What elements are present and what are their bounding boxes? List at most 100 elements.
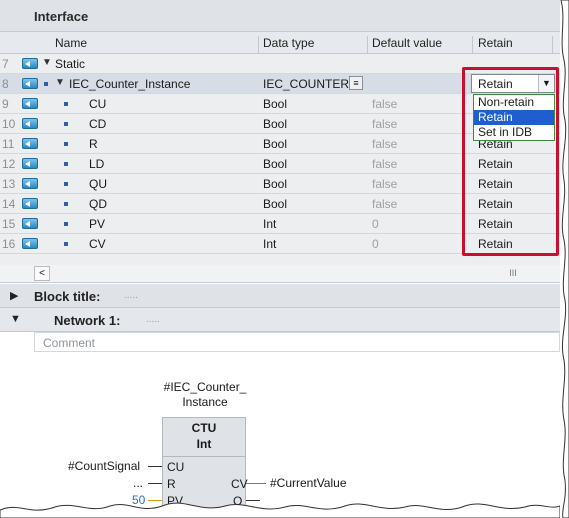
expand-triangle-icon[interactable]: ▼ <box>55 77 65 88</box>
row-name: Static <box>55 57 86 71</box>
variable-icon <box>22 138 38 149</box>
row-default-value: false <box>372 117 398 131</box>
member-dot-icon <box>44 82 48 86</box>
row-name: R <box>89 137 98 151</box>
variable-icon <box>22 118 38 129</box>
retain-option-set-in-idb[interactable]: Set in IDB <box>474 125 554 140</box>
variable-icon <box>22 238 38 249</box>
retain-dropdown-list: Non-retain Retain Set in IDB <box>473 94 555 141</box>
row-data-type: Bool <box>263 137 288 151</box>
row-number: 9 <box>2 97 9 111</box>
row-number: 10 <box>2 117 16 131</box>
instance-name-line2: Instance <box>182 395 228 409</box>
row-data-type: Bool <box>263 157 288 171</box>
static-variable-icon <box>22 78 38 89</box>
variable-icon <box>22 218 38 229</box>
cv-wire <box>246 483 266 484</box>
member-dot-icon <box>64 162 68 166</box>
network-title-placeholder[interactable]: ..... <box>146 314 160 325</box>
row-default-value: 0 <box>372 217 379 231</box>
cv-output[interactable]: #CurrentValue <box>270 476 347 490</box>
variable-icon <box>22 158 38 169</box>
row-number: 15 <box>2 217 16 231</box>
cu-wire <box>148 466 162 467</box>
column-name[interactable]: Name <box>55 36 87 50</box>
member-dot-icon <box>64 142 68 146</box>
row-data-type: Int <box>263 217 277 231</box>
network-comment-field[interactable]: Comment <box>34 332 560 352</box>
pin-cv: CV <box>231 477 248 491</box>
instance-name-line1: #IEC_Counter_ <box>163 380 247 394</box>
row-number: 16 <box>2 237 16 251</box>
row-name: LD <box>89 157 105 171</box>
member-dot-icon <box>64 222 68 226</box>
row-name: CU <box>89 97 107 111</box>
column-retain[interactable]: Retain <box>478 36 513 50</box>
interface-column-header: Name Data type Default value Retain <box>0 32 560 58</box>
cu-signal[interactable]: #CountSignal <box>68 459 140 473</box>
row-number: 12 <box>2 157 16 171</box>
row-name: IEC_Counter_Instance <box>69 77 191 91</box>
block-title-section[interactable]: ▶ Block title: ..... <box>0 284 560 308</box>
row-number: 7 <box>2 57 9 71</box>
retain-option-retain[interactable]: Retain <box>474 110 554 125</box>
member-dot-icon <box>64 122 68 126</box>
member-dot-icon <box>64 182 68 186</box>
column-data-type[interactable]: Data type <box>263 36 314 50</box>
scroll-left-button[interactable]: < <box>34 266 50 281</box>
interface-header[interactable]: Interface <box>0 0 560 32</box>
row-default-value: false <box>372 97 398 111</box>
row-number: 13 <box>2 177 16 191</box>
block-divider <box>163 456 245 457</box>
row-data-type: Bool <box>263 177 288 191</box>
variable-icon <box>22 198 38 209</box>
pin-cu: CU <box>167 460 185 474</box>
row-number: 14 <box>2 197 16 211</box>
row-name: QD <box>89 197 107 211</box>
row-data-type: Bool <box>263 197 288 211</box>
r-signal[interactable]: ... <box>133 476 143 490</box>
row-default-value: false <box>372 197 398 211</box>
column-default-value[interactable]: Default value <box>372 36 442 50</box>
collapse-arrow-icon[interactable]: ▼ <box>10 313 21 325</box>
row-name: QU <box>89 177 107 191</box>
interface-title: Interface <box>34 9 89 24</box>
horizontal-scrollbar[interactable]: < III <box>0 265 560 283</box>
member-dot-icon <box>64 242 68 246</box>
row-name: PV <box>89 217 106 231</box>
member-dot-icon <box>64 202 68 206</box>
instance-name[interactable]: #IEC_Counter_ Instance <box>160 380 250 410</box>
variable-icon <box>22 178 38 189</box>
pin-r: R <box>167 477 176 491</box>
row-data-type: IEC_COUNTER <box>263 77 350 91</box>
type-browse-icon[interactable]: ≡ <box>349 76 363 90</box>
row-data-type: Bool <box>263 117 288 131</box>
retain-option-non-retain[interactable]: Non-retain <box>474 95 554 110</box>
member-dot-icon <box>64 102 68 106</box>
static-section-icon <box>22 58 38 69</box>
row-default-value: false <box>372 177 398 191</box>
collapse-triangle-icon[interactable]: ▼ <box>42 57 52 68</box>
row-default-value: false <box>372 157 398 171</box>
block-title-label: Block title: <box>34 289 101 304</box>
row-name: CV <box>89 237 106 251</box>
expand-arrow-icon[interactable]: ▶ <box>10 289 18 302</box>
r-wire <box>148 483 162 484</box>
torn-edge-decoration <box>0 502 560 518</box>
row-name: CD <box>89 117 107 131</box>
row-number: 11 <box>2 137 15 151</box>
row-data-type: Int <box>263 237 277 251</box>
network-title: Network 1: <box>54 313 121 328</box>
scroll-thumb[interactable]: III <box>468 268 558 280</box>
row-default-value: 0 <box>372 237 379 251</box>
row-default-value: false <box>372 137 398 151</box>
right-torn-edge-decoration <box>560 0 569 518</box>
row-data-type: Bool <box>263 97 288 111</box>
block-subtype: Int <box>196 437 212 451</box>
comment-placeholder: Comment <box>43 336 96 350</box>
block-type: CTU <box>191 421 217 435</box>
variable-icon <box>22 98 38 109</box>
network-header[interactable]: ▼ Network 1: ..... <box>0 308 560 332</box>
row-number: 8 <box>2 77 9 91</box>
block-title-placeholder[interactable]: ..... <box>124 290 138 301</box>
